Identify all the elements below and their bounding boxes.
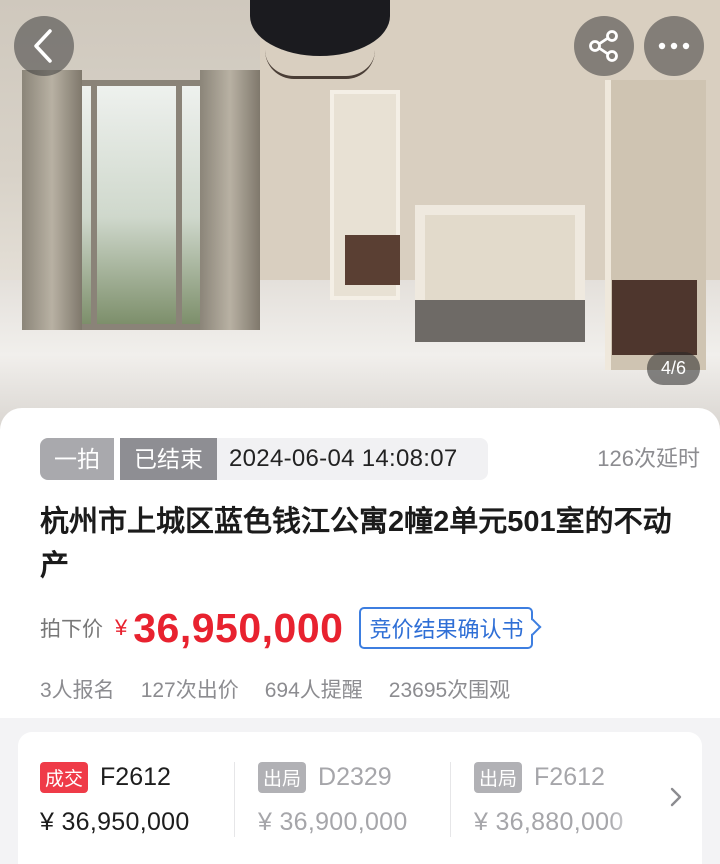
round-tag: 一拍 [40, 438, 114, 480]
bidder-code: D2329 [318, 762, 392, 791]
delay-count: 126次延时 [597, 446, 700, 471]
reminder-count: 694人提醒 [264, 679, 363, 702]
view-count: 23695次围观 [388, 679, 511, 702]
photo-cabinet-left [345, 235, 400, 285]
bid-records-panel[interactable]: 成交 F2612 ¥ 36,950,000 出局 D2329 ¥ 36,900,… [18, 732, 702, 864]
signup-count: 3人报名 [40, 679, 115, 702]
photo-cabinet-right [612, 280, 697, 355]
more-button[interactable] [644, 16, 704, 76]
out-badge: 出局 [258, 761, 307, 793]
photo-curtain-right [200, 70, 260, 330]
chevron-left-icon [34, 29, 52, 63]
price-label: 拍下价 [40, 618, 103, 641]
bidder-code: F2612 [100, 762, 171, 791]
chevron-right-icon[interactable] [664, 785, 688, 809]
bid-record: 出局 F2612 ¥ 36,880,000 [474, 761, 624, 837]
more-dots-icon [658, 42, 690, 50]
auction-info-card: 一拍 已结束 2024-06-04 14:08:07 126次延时 杭州市上城区… [0, 408, 720, 718]
bid-amount: ¥ 36,880,000 [474, 808, 624, 836]
share-button[interactable] [574, 16, 634, 76]
out-badge: 出局 [474, 761, 523, 793]
final-price: 36,950,000 [133, 604, 344, 651]
deal-badge: 成交 [40, 761, 89, 793]
back-button[interactable] [14, 16, 74, 76]
photo-counter: 4/6 [646, 352, 700, 385]
share-icon [589, 30, 618, 62]
bid-amount: ¥ 36,950,000 [40, 808, 190, 836]
currency-symbol: ¥ [115, 615, 128, 640]
bidder-code: F2612 [534, 762, 605, 791]
auction-tags: 一拍 已结束 2024-06-04 14:08:07 [40, 438, 488, 480]
photo-hearth [415, 300, 585, 342]
property-title: 杭州市上城区蓝色钱江公寓2幢2单元501室的不动产 [40, 506, 672, 582]
bid-amount: ¥ 36,900,000 [258, 808, 408, 836]
bid-record: 成交 F2612 ¥ 36,950,000 [40, 761, 190, 837]
bid-record: 出局 D2329 ¥ 36,900,000 [258, 761, 408, 837]
photo-curtain-left [22, 70, 82, 330]
status-tag: 已结束 [120, 438, 217, 480]
auction-stats: 3人报名 127次出价 694人提醒 23695次围观 [40, 674, 510, 704]
price-row: 拍下价 ¥ 36,950,000 竞价结果确认书 [40, 604, 534, 652]
bid-count: 127次出价 [140, 679, 239, 702]
confirmation-link[interactable]: 竞价结果确认书 [359, 607, 534, 649]
end-time: 2024-06-04 14:08:07 [217, 438, 488, 480]
